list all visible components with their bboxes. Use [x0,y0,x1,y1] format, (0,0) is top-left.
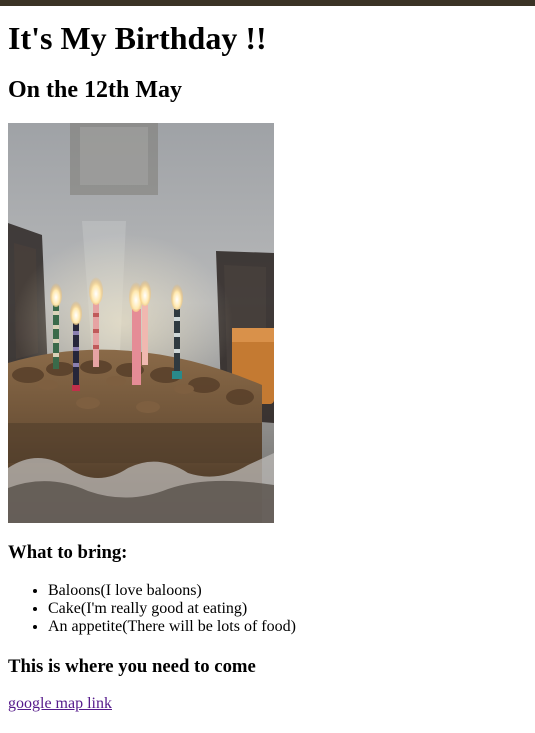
page-title: It's My Birthday !! [8,20,267,56]
list-item: Cake(I'm really good at eating) [48,600,296,618]
google-map-link[interactable]: google map link [8,695,112,713]
list-item: An appetite(There will be lots of food) [48,618,296,636]
bring-list: Baloons(I love baloons) Cake(I'm really … [8,582,296,636]
location-heading: This is where you need to come [8,656,256,677]
what-to-bring-heading: What to bring: [8,542,128,563]
list-item: Baloons(I love baloons) [48,582,296,600]
page-subtitle: On the 12th May [8,77,182,103]
browser-top-strip [0,0,535,6]
birthday-cake-photo [8,123,274,523]
